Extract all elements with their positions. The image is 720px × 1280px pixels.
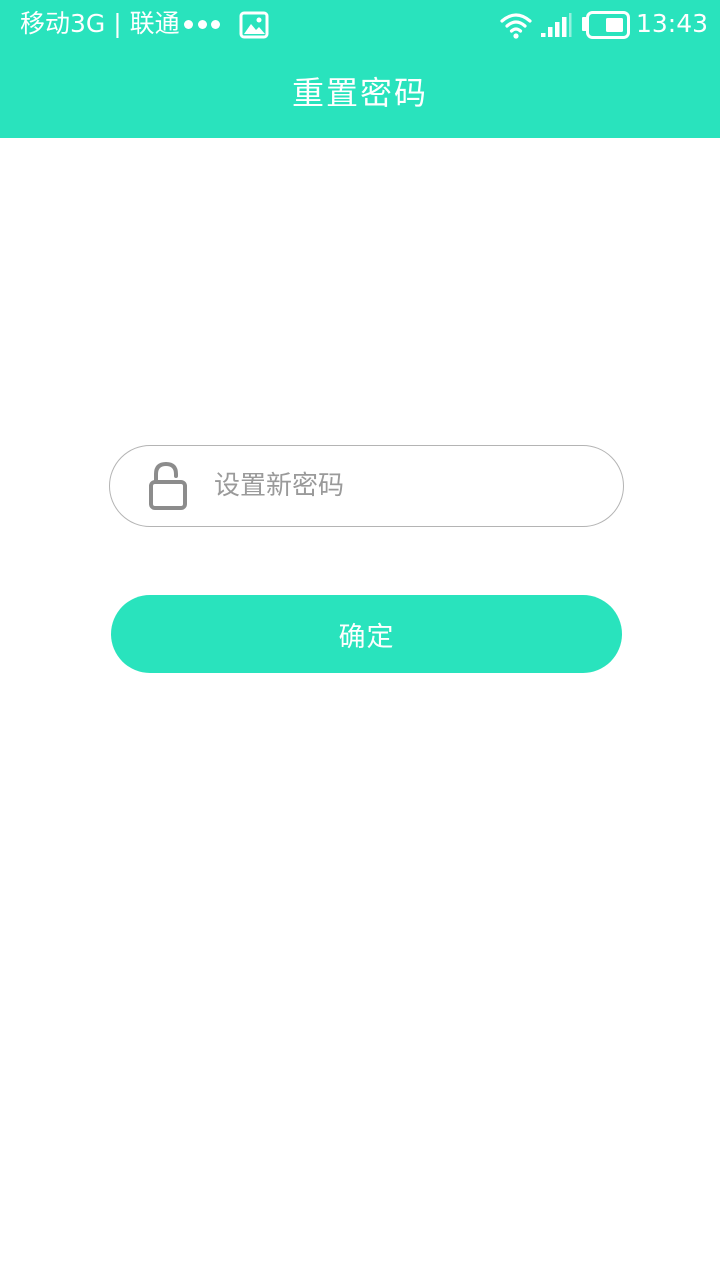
gallery-icon [239, 11, 269, 39]
new-password-field[interactable] [109, 445, 624, 527]
clock: 13:43 [636, 9, 709, 38]
cell-signal-icon [541, 13, 572, 37]
wifi-icon [500, 13, 532, 39]
more-dots-icon [184, 8, 220, 40]
page-title: 重置密码 [291, 74, 428, 112]
confirm-button[interactable]: 确定 [111, 595, 622, 673]
status-bar: 移动3G | 联通 13:43 [0, 0, 720, 50]
unlock-icon [149, 461, 187, 510]
carrier-label: 移动3G | 联通 [20, 9, 180, 38]
battery-icon [582, 11, 630, 39]
app-header: 移动3G | 联通 13:43 重置密码 [0, 0, 720, 138]
new-password-input[interactable] [214, 463, 594, 509]
